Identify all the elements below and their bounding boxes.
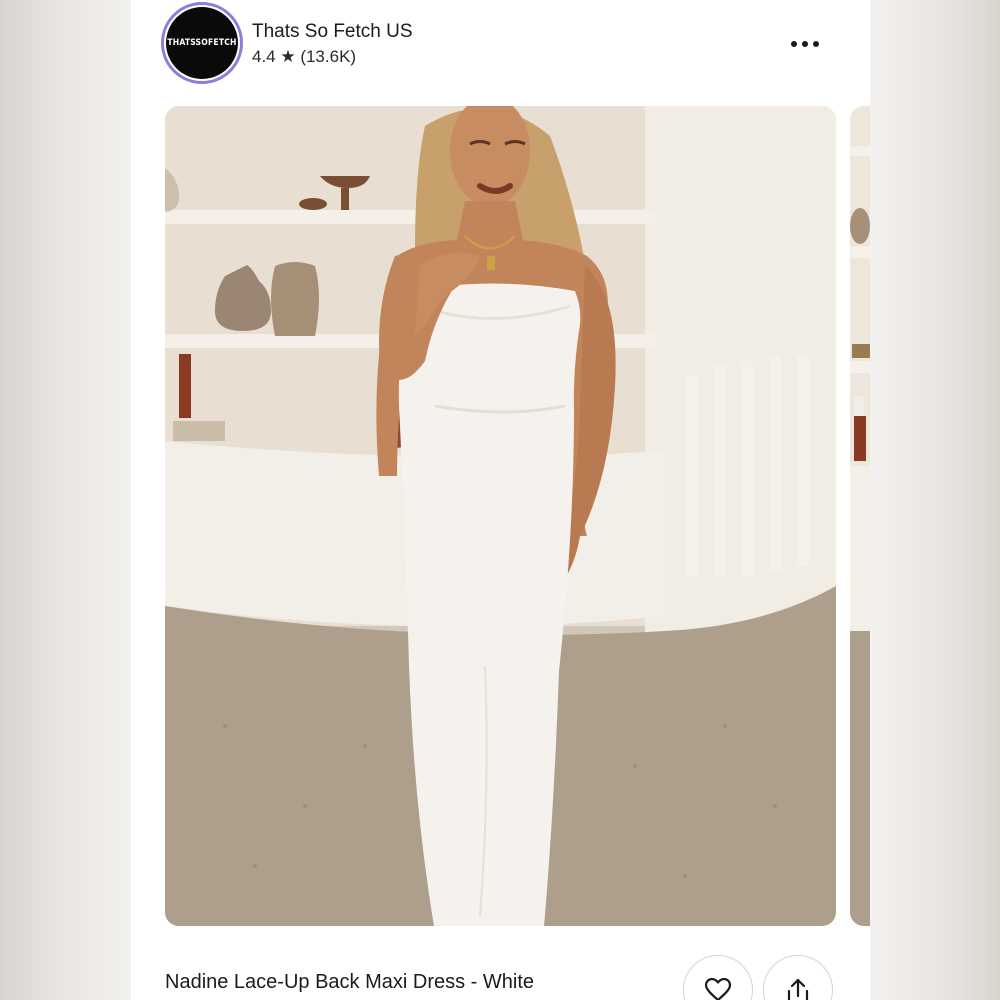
share-icon [787, 978, 809, 1000]
seller-logo: THATSSOFETCH [166, 7, 238, 79]
more-dot [802, 41, 808, 47]
listing-card: THATSSOFETCH Thats So Fetch US 4.4 ★ (13… [131, 0, 870, 1000]
background-right [870, 0, 1000, 1000]
next-photo-illustration [850, 106, 870, 926]
like-button[interactable] [683, 955, 753, 1000]
share-button[interactable] [763, 955, 833, 1000]
seller-name[interactable]: Thats So Fetch US [252, 21, 413, 43]
more-horizontal-icon [791, 41, 797, 47]
seller-avatar[interactable]: THATSSOFETCH [161, 2, 243, 84]
listing-title[interactable]: Nadine Lace-Up Back Maxi Dress - White [165, 971, 534, 994]
seller-rating: 4.4 ★ (13.6K) [252, 47, 357, 66]
seller-logo-text: THATSSOFETCH [167, 38, 237, 48]
more-dot [813, 41, 819, 47]
product-photo-illustration [165, 106, 836, 926]
next-photo-preview[interactable] [850, 106, 870, 926]
more-options-button[interactable] [783, 30, 827, 58]
heart-icon [705, 978, 731, 1000]
product-photo[interactable] [165, 106, 836, 926]
